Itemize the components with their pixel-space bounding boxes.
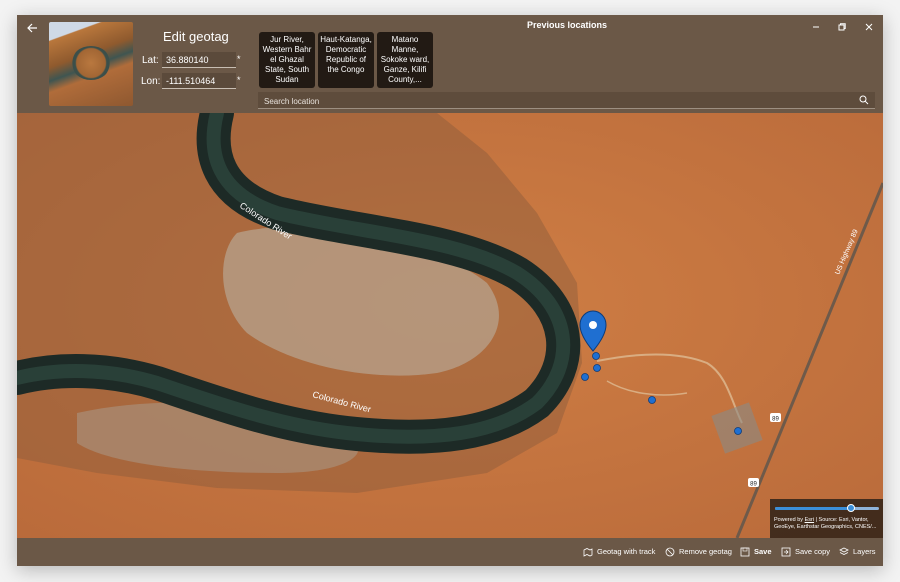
search-icon[interactable] — [859, 95, 869, 105]
geotag-with-track-button[interactable]: Geotag with track — [583, 546, 655, 558]
minimize-button[interactable] — [809, 22, 823, 36]
track-point[interactable] — [648, 396, 656, 404]
toolbar: Geotag with track Remove geotag Save Sav… — [17, 538, 883, 566]
remove-geotag-button[interactable]: Remove geotag — [665, 546, 732, 558]
close-button[interactable] — [862, 22, 876, 36]
page-title: Edit geotag — [163, 29, 229, 44]
track-point[interactable] — [734, 427, 742, 435]
close-icon — [865, 23, 873, 31]
lat-label: Lat: — [142, 55, 159, 66]
lon-required-mark: * — [237, 75, 241, 85]
satellite-map[interactable]: Colorado River Colorado River US Highway… — [17, 113, 883, 538]
zoom-panel: Powered by Esri | Source: Esri, Vantor, … — [770, 499, 883, 538]
back-button[interactable] — [23, 21, 41, 37]
track-point[interactable] — [592, 352, 600, 360]
previous-locations-title: Previous locations — [526, 20, 608, 30]
track-point[interactable] — [581, 373, 589, 381]
layers-button[interactable]: Layers — [839, 546, 876, 558]
zoom-slider-thumb[interactable] — [846, 504, 855, 512]
layers-label: Layers — [853, 547, 876, 556]
zoom-slider[interactable] — [775, 504, 879, 512]
zoom-slider-fill — [775, 507, 851, 510]
previous-location-card[interactable]: Haut-Katanga, Democratic Republic of the… — [318, 32, 374, 88]
esri-link[interactable]: Esri — [805, 517, 814, 523]
restore-button[interactable] — [835, 22, 849, 36]
previous-location-card[interactable]: Jur River, Western Bahr el Ghazal State,… — [259, 32, 315, 88]
lat-field[interactable]: 36.880140 — [162, 52, 236, 68]
remove-location-icon — [665, 547, 675, 557]
map-canvas: Colorado River Colorado River US Highway… — [17, 113, 883, 538]
lon-field[interactable]: -111.510464 — [162, 73, 236, 89]
attribution-prefix: Powered by — [774, 517, 805, 523]
search-bar — [258, 92, 875, 110]
geotag-with-track-label: Geotag with track — [597, 547, 656, 556]
app-window: Edit geotag Lat: 36.880140 * Lon: -111.5… — [17, 15, 883, 566]
photo-thumbnail — [49, 22, 133, 106]
save-label: Save — [754, 547, 772, 556]
route-shield-label: 89 — [750, 482, 757, 488]
remove-geotag-label: Remove geotag — [679, 547, 732, 556]
route-shield-label: 89 — [772, 417, 779, 423]
save-copy-icon — [781, 547, 791, 557]
restore-icon — [838, 23, 846, 31]
map-track-icon — [583, 548, 593, 557]
track-point[interactable] — [593, 364, 601, 372]
save-icon — [740, 547, 750, 557]
map-attribution: Powered by Esri | Source: Esri, Vantor, … — [774, 517, 882, 531]
save-copy-button[interactable]: Save copy — [781, 546, 830, 558]
header: Edit geotag Lat: 36.880140 * Lon: -111.5… — [17, 15, 883, 113]
layers-icon — [839, 547, 849, 555]
previous-location-card[interactable]: Matano Manne, Sokoke ward, Ganze, Kilifi… — [377, 32, 433, 88]
save-button[interactable]: Save — [740, 546, 772, 558]
lat-required-mark: * — [237, 54, 241, 64]
back-arrow-icon — [27, 23, 37, 33]
save-copy-label: Save copy — [795, 547, 831, 556]
minimize-icon — [813, 26, 819, 28]
lon-label: Lon: — [141, 76, 161, 87]
search-input[interactable] — [258, 92, 866, 110]
